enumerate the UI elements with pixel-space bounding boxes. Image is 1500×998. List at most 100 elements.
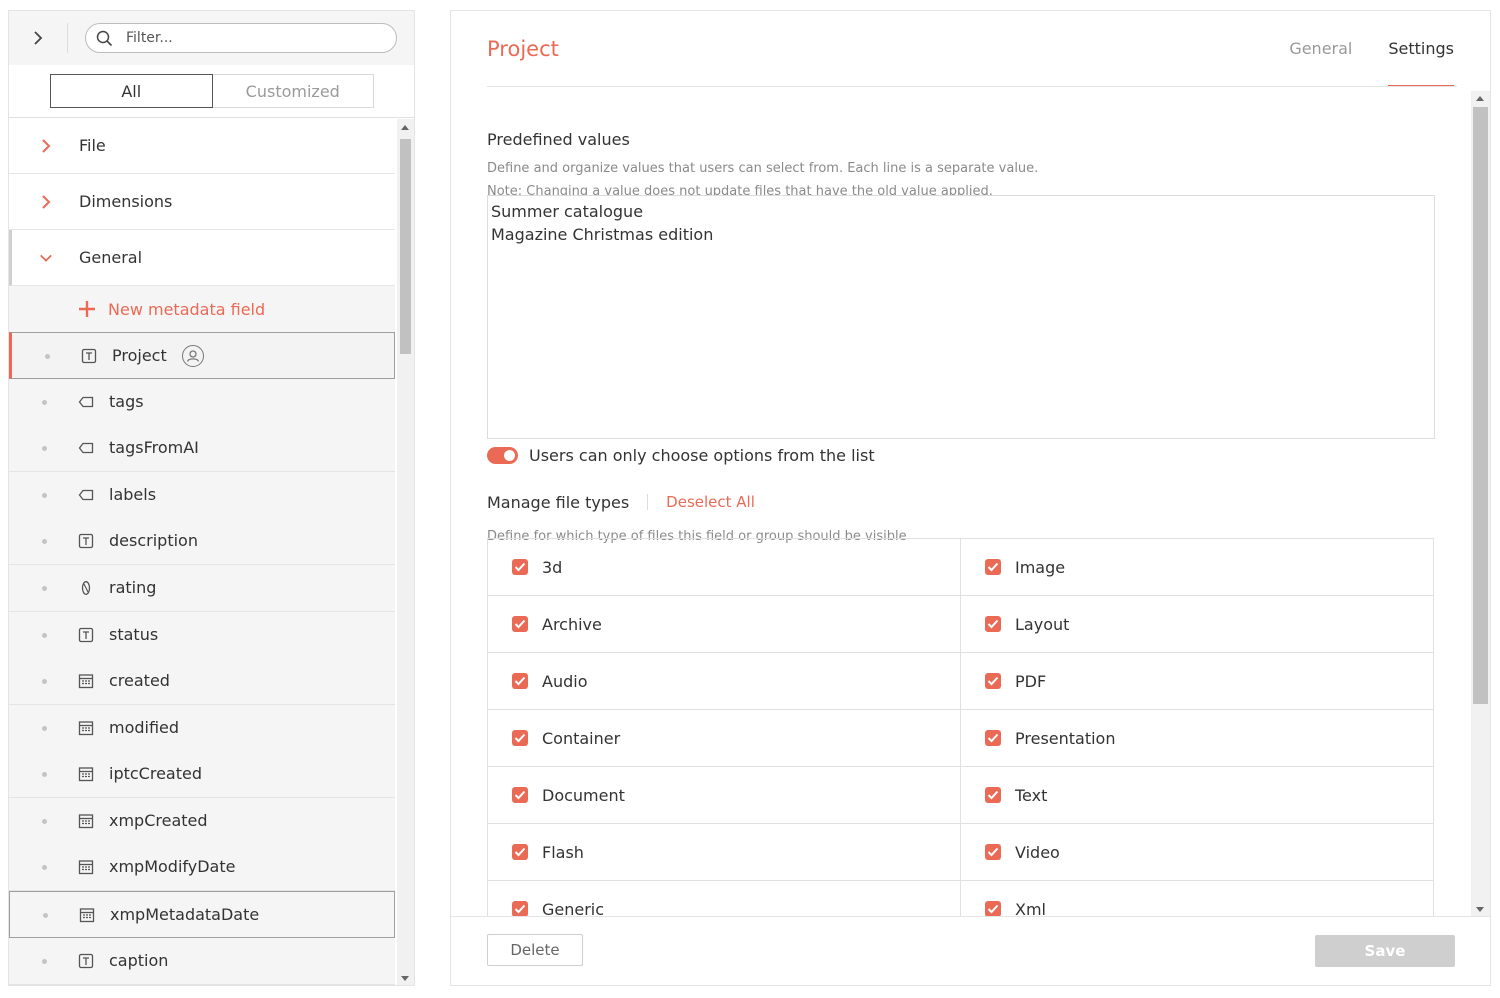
tab-general[interactable]: General	[1289, 39, 1352, 87]
field-label: xmpCreated	[109, 811, 208, 831]
checkbox-checked-icon[interactable]	[512, 559, 528, 575]
field-row-project[interactable]: Project	[9, 332, 395, 379]
drag-handle-dot[interactable]	[42, 586, 47, 591]
delete-button[interactable]: Delete	[487, 934, 583, 966]
field-label: modified	[109, 718, 180, 738]
group-row-general[interactable]: General	[9, 230, 395, 286]
field-row-iptccreated[interactable]: iptcCreated	[9, 751, 395, 798]
file-type-container[interactable]: Container	[488, 710, 961, 767]
drag-handle-dot[interactable]	[42, 819, 47, 824]
file-type-label: Generic	[542, 899, 605, 917]
checkbox-checked-icon[interactable]	[985, 616, 1001, 632]
field-row-description[interactable]: description	[9, 518, 395, 565]
rating-icon	[81, 581, 91, 595]
file-type-flash[interactable]: Flash	[488, 824, 961, 881]
file-type-label: Document	[542, 785, 625, 805]
drag-handle-dot[interactable]	[43, 913, 48, 918]
file-type-3d[interactable]: 3d	[488, 539, 961, 596]
checkbox-checked-icon[interactable]	[985, 901, 1001, 916]
field-label: caption	[109, 951, 169, 971]
field-tree: File Dimensions General New metadata fie…	[9, 118, 395, 985]
deselect-all-link[interactable]: Deselect All	[666, 493, 755, 511]
file-type-label: Text	[1015, 785, 1048, 805]
drag-handle-dot[interactable]	[42, 959, 47, 964]
group-row-file[interactable]: File	[9, 118, 395, 174]
tab-settings[interactable]: Settings	[1388, 39, 1454, 87]
file-type-archive[interactable]: Archive	[488, 596, 961, 653]
field-row-tags[interactable]: tags	[9, 379, 395, 426]
field-row-created[interactable]: created	[9, 658, 395, 705]
field-row-caption[interactable]: caption	[9, 938, 395, 985]
file-type-label: Presentation	[1015, 728, 1116, 748]
metadata-sidebar: All Customized File Dimensions General N…	[8, 10, 415, 986]
file-type-layout[interactable]: Layout	[961, 596, 1434, 653]
drag-handle-dot[interactable]	[42, 446, 47, 451]
file-type-pdf[interactable]: PDF	[961, 653, 1434, 710]
scrollbar-thumb[interactable]	[400, 139, 411, 354]
drag-handle-dot[interactable]	[42, 865, 47, 870]
checkbox-checked-icon[interactable]	[985, 673, 1001, 689]
save-button[interactable]: Save	[1315, 935, 1455, 967]
content-scrollbar[interactable]	[1471, 91, 1490, 917]
file-type-video[interactable]: Video	[961, 824, 1434, 881]
restrict-options-toggle[interactable]	[487, 446, 518, 464]
drag-handle-dot[interactable]	[42, 400, 47, 405]
drag-handle-dot[interactable]	[42, 539, 47, 544]
checkbox-checked-icon[interactable]	[512, 787, 528, 803]
checkbox-checked-icon[interactable]	[985, 559, 1001, 575]
filter-input[interactable]	[126, 28, 386, 48]
checkbox-checked-icon[interactable]	[985, 844, 1001, 860]
checkbox-checked-icon[interactable]	[985, 730, 1001, 746]
drag-handle-dot[interactable]	[45, 354, 50, 359]
drag-handle-dot[interactable]	[42, 493, 47, 498]
segment-customized[interactable]: Customized	[213, 75, 374, 107]
scroll-up-arrow-icon[interactable]	[401, 125, 409, 130]
predefined-values-textarea[interactable]: Summer catalogue Magazine Christmas edit…	[487, 195, 1435, 439]
file-type-generic[interactable]: Generic	[488, 881, 961, 916]
field-row-tagsfromai[interactable]: tagsFromAI	[9, 425, 395, 472]
header-divider	[487, 86, 1457, 87]
field-row-xmpmodifydate[interactable]: xmpModifyDate	[9, 844, 395, 891]
field-row-labels[interactable]: labels	[9, 472, 395, 519]
checkbox-checked-icon[interactable]	[512, 730, 528, 746]
segment-all[interactable]: All	[50, 74, 213, 108]
page-title: Project	[487, 37, 559, 61]
file-type-image[interactable]: Image	[961, 539, 1434, 596]
tag-icon	[78, 489, 94, 501]
drag-handle-dot[interactable]	[42, 679, 47, 684]
field-label: created	[109, 671, 170, 691]
scroll-down-arrow-icon[interactable]	[1476, 907, 1484, 912]
checkbox-checked-icon[interactable]	[512, 901, 528, 916]
scroll-up-arrow-icon[interactable]	[1476, 96, 1484, 101]
file-type-text[interactable]: Text	[961, 767, 1434, 824]
sidebar-scrollbar[interactable]	[397, 119, 414, 985]
field-row-rating[interactable]: rating	[9, 565, 395, 612]
field-row-xmpmetadatadate[interactable]: xmpMetadataDate	[9, 891, 395, 938]
field-row-modified[interactable]: modified	[9, 705, 395, 752]
checkbox-checked-icon[interactable]	[512, 673, 528, 689]
field-row-xmpcreated[interactable]: xmpCreated	[9, 798, 395, 845]
field-label: xmpMetadataDate	[110, 904, 260, 924]
drag-handle-dot[interactable]	[42, 633, 47, 638]
checkbox-checked-icon[interactable]	[512, 616, 528, 632]
expand-panel-button[interactable]	[23, 24, 53, 52]
file-type-audio[interactable]: Audio	[488, 653, 961, 710]
checkbox-checked-icon[interactable]	[512, 844, 528, 860]
group-row-dimensions[interactable]: Dimensions	[9, 174, 395, 230]
checkbox-checked-icon[interactable]	[985, 787, 1001, 803]
detail-footer: Delete Save	[451, 916, 1490, 985]
chevron-down-icon	[40, 254, 52, 262]
file-type-xml[interactable]: Xml	[961, 881, 1434, 916]
toolbar-divider	[67, 23, 68, 53]
user-badge-icon	[182, 345, 204, 367]
field-row-status[interactable]: status	[9, 612, 395, 659]
filter-field[interactable]	[85, 23, 397, 53]
new-metadata-field-button[interactable]: New metadata field	[9, 286, 395, 332]
scroll-down-arrow-icon[interactable]	[401, 976, 409, 981]
file-type-label: Flash	[542, 842, 584, 862]
file-type-presentation[interactable]: Presentation	[961, 710, 1434, 767]
file-type-document[interactable]: Document	[488, 767, 961, 824]
drag-handle-dot[interactable]	[42, 772, 47, 777]
scrollbar-thumb[interactable]	[1473, 107, 1488, 704]
drag-handle-dot[interactable]	[42, 726, 47, 731]
